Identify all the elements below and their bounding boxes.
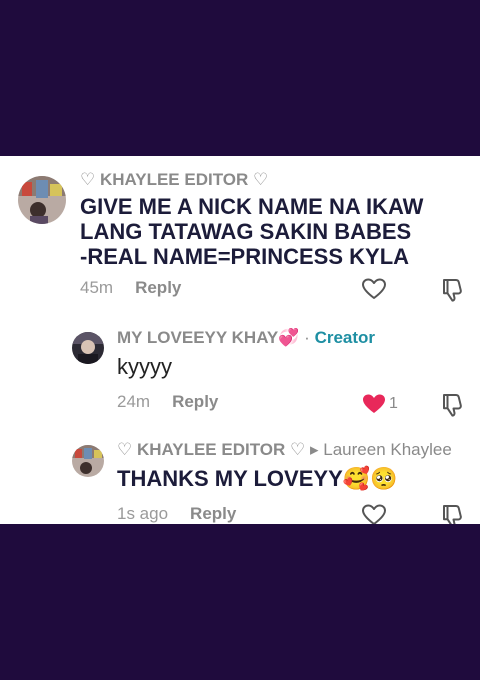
heart-outline-icon [362, 504, 386, 524]
comment-meta: 1s ago Reply [117, 504, 236, 524]
like-button[interactable] [361, 503, 387, 524]
heart-filled-icon [363, 394, 385, 413]
timestamp: 24m [117, 392, 151, 411]
comment-text: kyyyy [117, 354, 172, 379]
comment-meta: 24m Reply [117, 392, 218, 412]
username-text[interactable]: MY LOVEEYY KHAY💞 [117, 328, 299, 347]
avatar[interactable] [72, 445, 104, 477]
username-text[interactable]: ♡ KHAYLEE EDITOR ♡ [117, 440, 305, 459]
dislike-icon [443, 279, 462, 302]
like-button[interactable] [361, 392, 387, 421]
dislike-button[interactable] [440, 277, 464, 308]
reply-arrow-icon: ▸ [309, 440, 319, 459]
username[interactable]: ♡ KHAYLEE EDITOR ♡ [80, 170, 268, 190]
timestamp: 45m [80, 278, 114, 297]
reply-button[interactable]: Reply [172, 392, 218, 411]
comments-panel: ♡ KHAYLEE EDITOR ♡ GIVE ME A NICK NAME N… [0, 156, 480, 524]
comment-meta: 45m Reply [80, 278, 181, 298]
dislike-icon [443, 505, 462, 524]
separator: · [304, 328, 310, 347]
comment-text-line: -REAL NAME=PRINCESS KYLA [80, 244, 410, 269]
username[interactable]: MY LOVEEYY KHAY💞 · Creator [117, 328, 375, 348]
username[interactable]: ♡ KHAYLEE EDITOR ♡ ▸ Laureen Khaylee [117, 440, 452, 460]
reply-to-user[interactable]: Laureen Khaylee [323, 440, 452, 459]
dislike-icon [443, 394, 462, 417]
heart-outline-icon [362, 278, 386, 299]
dislike-button[interactable] [440, 503, 464, 524]
comment-text-line: LANG TATAWAG SAKIN BABES [80, 219, 412, 244]
avatar[interactable] [72, 332, 104, 364]
reply-button[interactable]: Reply [190, 504, 236, 523]
comment-text: THANKS MY LOVEYY🥰🥺 [117, 466, 398, 491]
comment-text: GIVE ME A NICK NAME NA IKAW LANG TATAWAG… [80, 194, 470, 269]
like-count: 1 [389, 395, 398, 412]
creator-badge: Creator [314, 328, 376, 347]
timestamp: 1s ago [117, 504, 169, 523]
dislike-button[interactable] [440, 392, 464, 423]
avatar[interactable] [18, 176, 66, 224]
like-button[interactable] [361, 277, 387, 306]
reply-button[interactable]: Reply [135, 278, 181, 297]
comment-text-line: GIVE ME A NICK NAME NA IKAW [80, 194, 424, 219]
